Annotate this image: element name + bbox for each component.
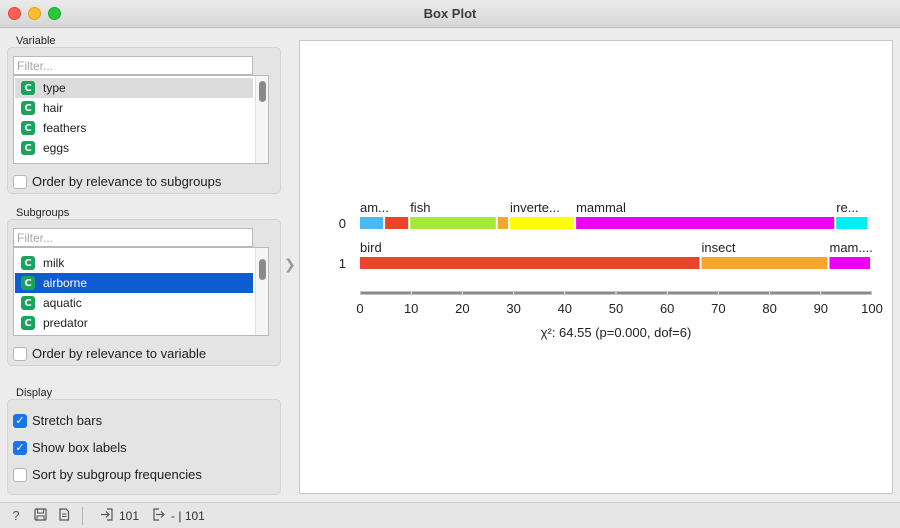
subgroups-list-item-airborne[interactable]: C airborne — [15, 273, 253, 293]
bar-segment-insect[interactable] — [497, 217, 508, 229]
box-label-insect: insect — [702, 240, 736, 255]
bar-segment-reptile[interactable] — [836, 217, 868, 229]
scrollbar-thumb[interactable] — [259, 259, 266, 280]
x-tick-label: 70 — [711, 301, 725, 316]
x-tick-label: 10 — [404, 301, 418, 316]
subgroups-list[interactable]: C milk C airborne C aquatic C predator — [13, 247, 269, 336]
categorical-icon: C — [21, 141, 35, 155]
x-tick-label: 20 — [455, 301, 469, 316]
categorical-icon: C — [21, 121, 35, 135]
variable-list-item-feathers[interactable]: C feathers — [15, 118, 253, 138]
categorical-icon: C — [21, 316, 35, 330]
sort-by-frequency-label: Sort by subgroup frequencies — [32, 467, 202, 482]
display-section-label: Display — [16, 387, 53, 399]
variable-order-checkbox[interactable] — [13, 174, 27, 189]
chi-square-stat: χ²: 64.55 (p=0.000, dof=6) — [541, 325, 692, 340]
variable-list-item-eggs[interactable]: C eggs — [15, 138, 253, 158]
output-summary: - | 101 — [171, 508, 205, 523]
list-item-label: aquatic — [43, 296, 82, 310]
variable-list-item-type[interactable]: C type — [15, 78, 253, 98]
list-item-label: predator — [43, 316, 88, 330]
scrollbar-thumb[interactable] — [259, 81, 266, 102]
stretch-bars-label: Stretch bars — [32, 413, 103, 428]
variable-list-scrollbar[interactable] — [255, 76, 268, 163]
plot-area: 0 am... fish inverte... mammal re... 1 bird inse… — [299, 40, 893, 494]
title-bar: Box Plot — [0, 0, 900, 28]
list-item-label: milk — [43, 256, 65, 270]
list-item-label: airborne — [43, 276, 88, 290]
variable-filter-input[interactable] — [13, 56, 253, 75]
x-tick-label: 90 — [814, 301, 828, 316]
bar-segment-invertebrate[interactable] — [510, 217, 574, 229]
subgroups-section-label: Subgroups — [16, 207, 70, 219]
subgroups-order-label: Order by relevance to variable — [32, 346, 207, 361]
box-label-mammal: mammal — [576, 200, 626, 215]
show-box-labels-checkbox-row[interactable]: ✓ Show box labels — [13, 440, 127, 455]
chevron-right-icon[interactable]: ❯ — [284, 256, 296, 273]
subgroups-list-item-milk[interactable]: C milk — [15, 253, 253, 273]
subgroups-filter-input[interactable] — [13, 228, 253, 247]
variable-list[interactable]: C type C hair C feathers C eggs — [13, 75, 269, 164]
variable-order-checkbox-row[interactable]: Order by relevance to subgroups — [13, 174, 221, 189]
status-bar: ? 101 - | 101 — [0, 502, 900, 528]
list-item-label: type — [43, 81, 66, 95]
window-title: Box Plot — [423, 6, 477, 21]
bar-segment-bird[interactable] — [385, 217, 409, 229]
categorical-icon: C — [21, 81, 35, 95]
box-label-reptile: re... — [836, 200, 858, 215]
row-label: 0 — [339, 216, 346, 231]
subgroups-list-item-predator[interactable]: C predator — [15, 313, 253, 333]
box-plot-chart: 0 am... fish inverte... mammal re... 1 bird inse… — [339, 200, 883, 340]
bar-segment-insect[interactable] — [701, 257, 828, 269]
subgroups-list-item-aquatic[interactable]: C aquatic — [15, 293, 253, 313]
bar-segment-mammal[interactable] — [829, 257, 871, 269]
show-box-labels-label: Show box labels — [32, 440, 127, 455]
save-icon[interactable] — [32, 507, 48, 524]
sort-by-frequency-checkbox[interactable] — [13, 467, 27, 482]
list-item-label: feathers — [43, 121, 87, 135]
report-icon[interactable] — [56, 507, 72, 524]
help-icon[interactable]: ? — [8, 508, 24, 523]
bar-segment-bird[interactable] — [360, 257, 700, 269]
output-icon — [151, 507, 167, 524]
x-tick-label: 60 — [660, 301, 674, 316]
sort-by-frequency-checkbox-row[interactable]: Sort by subgroup frequencies — [13, 467, 202, 482]
categorical-icon: C — [21, 276, 35, 290]
bar-segment-amphibian[interactable] — [360, 217, 384, 229]
box-label-bird: bird — [360, 240, 382, 255]
box-label-invertebrate: inverte... — [510, 200, 560, 215]
categorical-icon: C — [21, 256, 35, 270]
x-tick-label: 0 — [356, 301, 363, 316]
subgroups-order-checkbox[interactable] — [13, 346, 27, 361]
variable-list-item-hair[interactable]: C hair — [15, 98, 253, 118]
row-label: 1 — [339, 256, 346, 271]
bar-segment-mammal[interactable] — [576, 217, 835, 229]
categorical-icon: C — [21, 296, 35, 310]
show-box-labels-checkbox[interactable]: ✓ — [13, 440, 27, 455]
categorical-icon: C — [21, 101, 35, 115]
variable-order-label: Order by relevance to subgroups — [32, 174, 222, 189]
input-icon — [99, 507, 115, 524]
bar-segment-fish[interactable] — [410, 217, 496, 229]
subgroups-list-scrollbar[interactable] — [255, 248, 268, 335]
x-tick-label: 100 — [861, 301, 883, 316]
x-tick-label: 30 — [506, 301, 520, 316]
status-separator — [82, 506, 83, 525]
input-count: 101 — [119, 508, 140, 523]
list-item-label: hair — [43, 101, 64, 115]
stretch-bars-checkbox[interactable]: ✓ — [13, 413, 27, 428]
x-tick-label: 50 — [609, 301, 623, 316]
x-tick-label: 80 — [762, 301, 776, 316]
list-item-label: eggs — [43, 141, 70, 155]
stretch-bars-checkbox-row[interactable]: ✓ Stretch bars — [13, 413, 102, 428]
box-label-mammal: mam.... — [830, 240, 873, 255]
variable-section-label: Variable — [16, 35, 56, 47]
box-label-amphibian: am... — [360, 200, 389, 215]
subgroups-order-checkbox-row[interactable]: Order by relevance to variable — [13, 346, 206, 361]
box-label-fish: fish — [410, 200, 430, 215]
x-tick-label: 40 — [558, 301, 572, 316]
